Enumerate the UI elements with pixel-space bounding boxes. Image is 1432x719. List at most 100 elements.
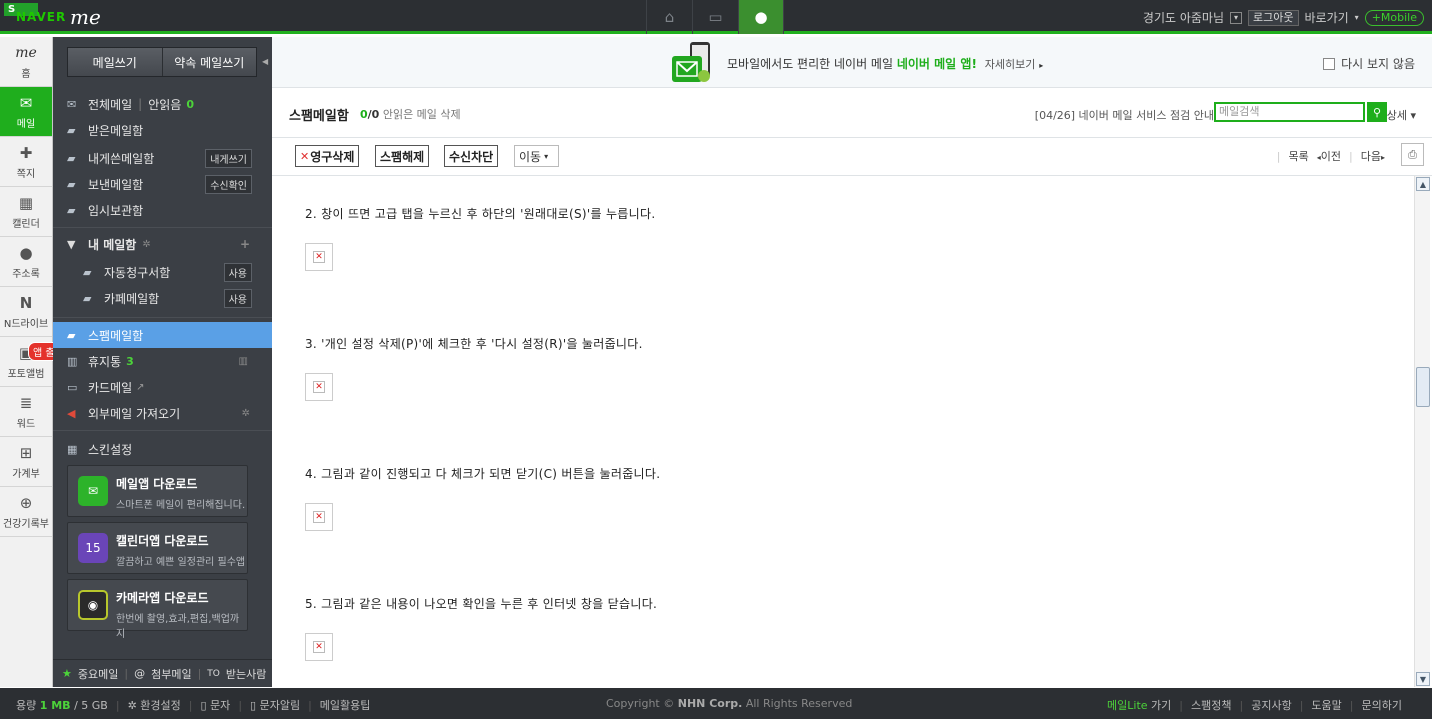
folder-label: 카페메일함 <box>104 291 160 306</box>
scroll-up-arrow[interactable]: ▲ <box>1416 177 1430 191</box>
logout-button[interactable]: 로그아웃 <box>1248 9 1299 26</box>
calendar-app-download-card[interactable]: 15 캘린더앱 다운로드 깔끔하고 예쁜 일정관리 필수앱 <box>67 522 248 574</box>
maintenance-notice-link[interactable]: [04/26] 네이버 메일 서비스 점검 안내 <box>1035 107 1214 123</box>
use-button[interactable]: 사용 <box>223 289 252 308</box>
folder-sent-to-self[interactable]: ▰ 내게쓴메일함 내게쓰기 <box>53 145 272 171</box>
rail-item-ndrive[interactable]: N N드라이브 <box>0 287 52 337</box>
promo-more-link[interactable]: 자세히보기 <box>985 58 1036 71</box>
search-button[interactable]: ⚲ <box>1367 102 1387 122</box>
compose-promise-button[interactable]: 약속 메일쓰기 <box>161 48 257 76</box>
camera-app-download-card[interactable]: ◉ 카메라앱 다운로드 한번에 촬영,효과,편집,백업까지 <box>67 579 248 640</box>
unmark-spam-button[interactable]: 스팸해제 <box>375 145 430 167</box>
settings-link[interactable]: ✲ 환경설정 <box>128 697 181 713</box>
block-sender-button[interactable]: 수신차단 <box>444 145 499 167</box>
scroll-thumb[interactable] <box>1416 367 1430 407</box>
collapse-sidebar-icon[interactable]: ◀ <box>262 57 268 66</box>
rail-label: N드라이브 <box>3 318 49 330</box>
attachment-mail-link[interactable]: 첨부메일 <box>151 666 191 682</box>
spam-folder-icon: ▰ <box>67 328 76 342</box>
inbox-folder-icon: ▰ <box>67 123 76 137</box>
folder-all-mail[interactable]: ✉ 전체메일 | 안읽음 0 <box>53 91 272 117</box>
instruction-step: 2. 창이 뜨면 고급 탭을 누르신 후 하단의 '원래대로(S)'를 누릅니다… <box>305 207 656 221</box>
permanent-delete-button[interactable]: ✕ 영구삭제 <box>295 145 360 167</box>
rail-item-health-record[interactable]: ⊕ 건강기록부 <box>0 487 52 537</box>
mail-tips-link[interactable]: 메일활용팁 <box>320 697 371 713</box>
add-folder-icon[interactable]: + <box>240 237 250 251</box>
footer-tools: 용량 1 MB / 5 GB | ✲ 환경설정 | ▯ 문자 | ▯ 문자알림 … <box>16 697 371 713</box>
folder-drafts[interactable]: ▰ 임시보관함 <box>53 197 272 223</box>
list-link[interactable]: 목록 <box>1289 148 1309 164</box>
rail-item-mail[interactable]: ✉ 메일 <box>0 87 52 137</box>
shortcuts-link[interactable]: 바로가기 <box>1305 9 1349 26</box>
rail-item-note[interactable]: ✚ 쪽지 <box>0 137 52 187</box>
help-link[interactable]: 도움말 <box>1311 697 1341 713</box>
promo-hide-option[interactable]: 다시 보지 않음 <box>1323 55 1415 72</box>
note-icon: ✚ <box>19 143 33 162</box>
write-to-self-button[interactable]: 내게쓰기 <box>205 149 252 168</box>
folder-sent[interactable]: ▰ 보낸메일함 수신확인 <box>53 171 272 197</box>
mail-nav-button[interactable]: ▭ <box>692 0 738 34</box>
home-nav-button[interactable]: ⌂ <box>646 0 692 34</box>
spam-policy-link[interactable]: 스팸정책 <box>1191 697 1231 713</box>
gear-icon[interactable]: ✲ <box>142 239 150 250</box>
folder-auto-billing[interactable]: ▰ 자동청구서함 사용 <box>53 259 272 285</box>
broken-image-icon: ✕ <box>313 641 325 653</box>
me-logo[interactable]: me <box>70 5 101 29</box>
rail-item-calendar[interactable]: ▦ 캘린더 <box>0 187 52 237</box>
folder-label: 임시보관함 <box>88 203 144 218</box>
skin-label: 스킨설정 <box>88 442 133 457</box>
chevron-down-icon: ▾ <box>544 151 549 161</box>
scroll-down-arrow[interactable]: ▼ <box>1416 672 1430 686</box>
sms-link[interactable]: ▯ 문자 <box>201 697 231 713</box>
billing-folder-icon: ▰ <box>83 265 92 279</box>
chevron-down-icon[interactable]: ▾ <box>1230 11 1243 24</box>
read-receipt-button[interactable]: 수신확인 <box>205 175 252 194</box>
broken-image-icon: ✕ <box>313 251 325 263</box>
folder-card-mail[interactable]: ▭ 카드메일 ↗ <box>53 374 272 400</box>
next-link[interactable]: 다음▸ <box>1361 148 1385 164</box>
sms-alert-link[interactable]: ▯ 문자알림 <box>250 697 300 713</box>
app-card-title: 캘린더앱 다운로드 <box>116 534 209 548</box>
user-name[interactable]: 경기도 아줌마님 <box>1143 9 1224 26</box>
gear-icon[interactable]: ✲ <box>242 408 250 419</box>
use-button[interactable]: 사용 <box>223 263 252 282</box>
empty-trash-icon[interactable]: ▥ <box>239 356 248 367</box>
folder-cafe[interactable]: ▰ 카페메일함 사용 <box>53 285 272 311</box>
skin-settings[interactable]: ▦ 스킨설정 <box>53 436 272 462</box>
unread-link[interactable]: 안읽음 <box>148 96 181 113</box>
rail-item-contacts[interactable]: ● 주소록 <box>0 237 52 287</box>
rail-item-home[interactable]: me 홈 <box>0 37 52 87</box>
my-folders-header[interactable]: ▼ 내 메일함 ✲ + <box>53 231 272 257</box>
rail-item-account-book[interactable]: ⊞ 가계부 <box>0 437 52 487</box>
home-icon: ⌂ <box>664 8 675 26</box>
mobile-button[interactable]: +Mobile <box>1364 9 1424 26</box>
compose-button[interactable]: 메일쓰기 <box>68 48 162 76</box>
mail-lite-link[interactable]: 메일Lite 가기 <box>1107 697 1171 713</box>
folder-label: 카드메일 <box>88 380 133 395</box>
hide-promo-checkbox[interactable] <box>1323 57 1336 70</box>
naver-logo[interactable]: NAVER <box>16 10 66 24</box>
vertical-scrollbar[interactable]: ▲ ▼ <box>1414 176 1430 687</box>
people-nav-button[interactable]: ● <box>738 0 784 34</box>
folder-spam[interactable]: ▰ 스팸메일함 <box>53 322 272 348</box>
word-icon: ≣ <box>19 393 33 412</box>
mail-app-download-card[interactable]: ✉ 메일앱 다운로드 스마트폰 메일이 편리해집니다. <box>67 465 248 517</box>
folder-external-mail[interactable]: ◀ 외부메일 가져오기 ✲ <box>53 400 272 426</box>
recipient-link[interactable]: 받는사람 <box>226 666 266 682</box>
folder-label: 받은메일함 <box>88 123 144 138</box>
rail-item-word[interactable]: ≣ 워드 <box>0 387 52 437</box>
prev-link[interactable]: ◂이전 <box>1317 148 1341 164</box>
contact-link[interactable]: 문의하기 <box>1362 697 1402 713</box>
folder-label: 스팸메일함 <box>88 328 144 343</box>
mail-search-input[interactable]: 메일검색 <box>1214 102 1365 122</box>
promo-app-link[interactable]: 네이버 메일 앱! <box>897 57 977 71</box>
notices-link[interactable]: 공지사항 <box>1251 697 1291 713</box>
folder-trash[interactable]: ▥ 휴지통 3 ▥ <box>53 348 272 374</box>
camera-app-icon: ◉ <box>78 590 108 620</box>
advanced-search-link[interactable]: 상세 ▾ <box>1387 107 1416 123</box>
folder-inbox[interactable]: ▰ 받은메일함 <box>53 117 272 143</box>
important-mail-link[interactable]: 중요메일 <box>78 666 118 682</box>
delete-unread-link[interactable]: 안읽은 메일 삭제 <box>383 108 461 121</box>
print-button[interactable]: ⎙ <box>1401 143 1424 166</box>
move-dropdown[interactable]: 이동 ▾ <box>514 145 559 167</box>
